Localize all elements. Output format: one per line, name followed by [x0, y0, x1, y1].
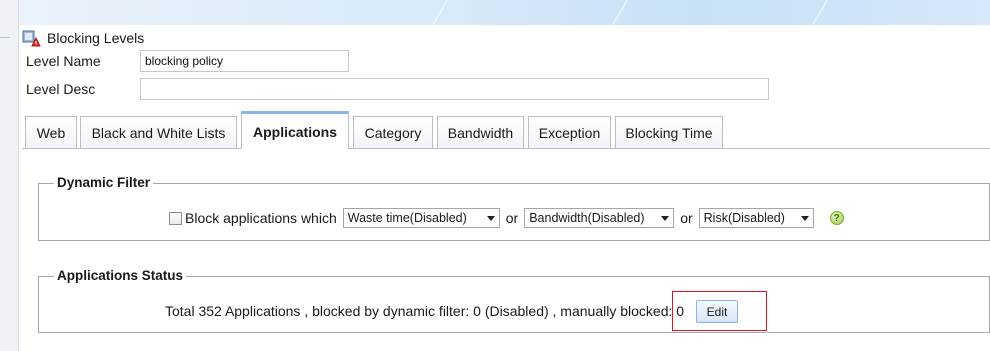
chevron-down-icon — [661, 215, 670, 221]
tab-category[interactable]: Category — [353, 116, 433, 148]
banner-streak — [611, 0, 629, 25]
tab-blocking-time[interactable]: Blocking Time — [615, 116, 723, 148]
bandwidth-select-value: Bandwidth(Disabled) — [529, 211, 645, 225]
level-name-input[interactable] — [140, 50, 349, 72]
dynamic-filter-row: Block applications which Waste time(Disa… — [169, 208, 844, 228]
waste-time-select[interactable]: Waste time(Disabled) — [342, 208, 500, 228]
or-separator: or — [680, 210, 693, 226]
tab-web[interactable]: Web — [25, 116, 77, 148]
tab-black-white-lists[interactable]: Black and White Lists — [80, 116, 237, 148]
or-separator: or — [505, 210, 519, 226]
applications-summary-text: Total 352 Applications , blocked by dyna… — [165, 303, 685, 319]
risk-select[interactable]: Risk(Disabled) — [698, 208, 814, 228]
tab-strip-baseline — [22, 148, 990, 149]
banner-streak — [811, 0, 829, 25]
top-banner — [19, 0, 990, 25]
highlight-box — [672, 291, 767, 331]
block-applications-label: Block applications which — [185, 210, 337, 226]
tab-bandwidth[interactable]: Bandwidth — [437, 116, 524, 148]
question-icon[interactable]: ? — [829, 211, 844, 225]
tab-applications[interactable]: Applications — [241, 111, 349, 149]
chevron-down-icon — [800, 215, 809, 221]
level-desc-label: Level Desc — [26, 81, 96, 97]
page-title: Blocking Levels — [47, 30, 145, 46]
chevron-down-icon — [486, 215, 495, 221]
page-header: Blocking Levels — [22, 28, 144, 48]
level-desc-input[interactable] — [140, 78, 769, 100]
waste-time-select-value: Waste time(Disabled) — [347, 211, 467, 225]
tab-exception[interactable]: Exception — [528, 116, 611, 148]
left-panel-edge — [0, 0, 19, 351]
banner-streak — [431, 0, 449, 25]
dynamic-filter-legend: Dynamic Filter — [54, 175, 154, 190]
level-name-label: Level Name — [26, 53, 101, 69]
applications-status-legend: Applications Status — [54, 268, 187, 283]
bandwidth-select[interactable]: Bandwidth(Disabled) — [524, 208, 675, 228]
block-applications-checkbox[interactable] — [169, 211, 182, 225]
risk-select-value: Risk(Disabled) — [703, 211, 785, 225]
blocking-levels-icon — [22, 29, 41, 47]
panel-divider-tick — [0, 37, 10, 38]
